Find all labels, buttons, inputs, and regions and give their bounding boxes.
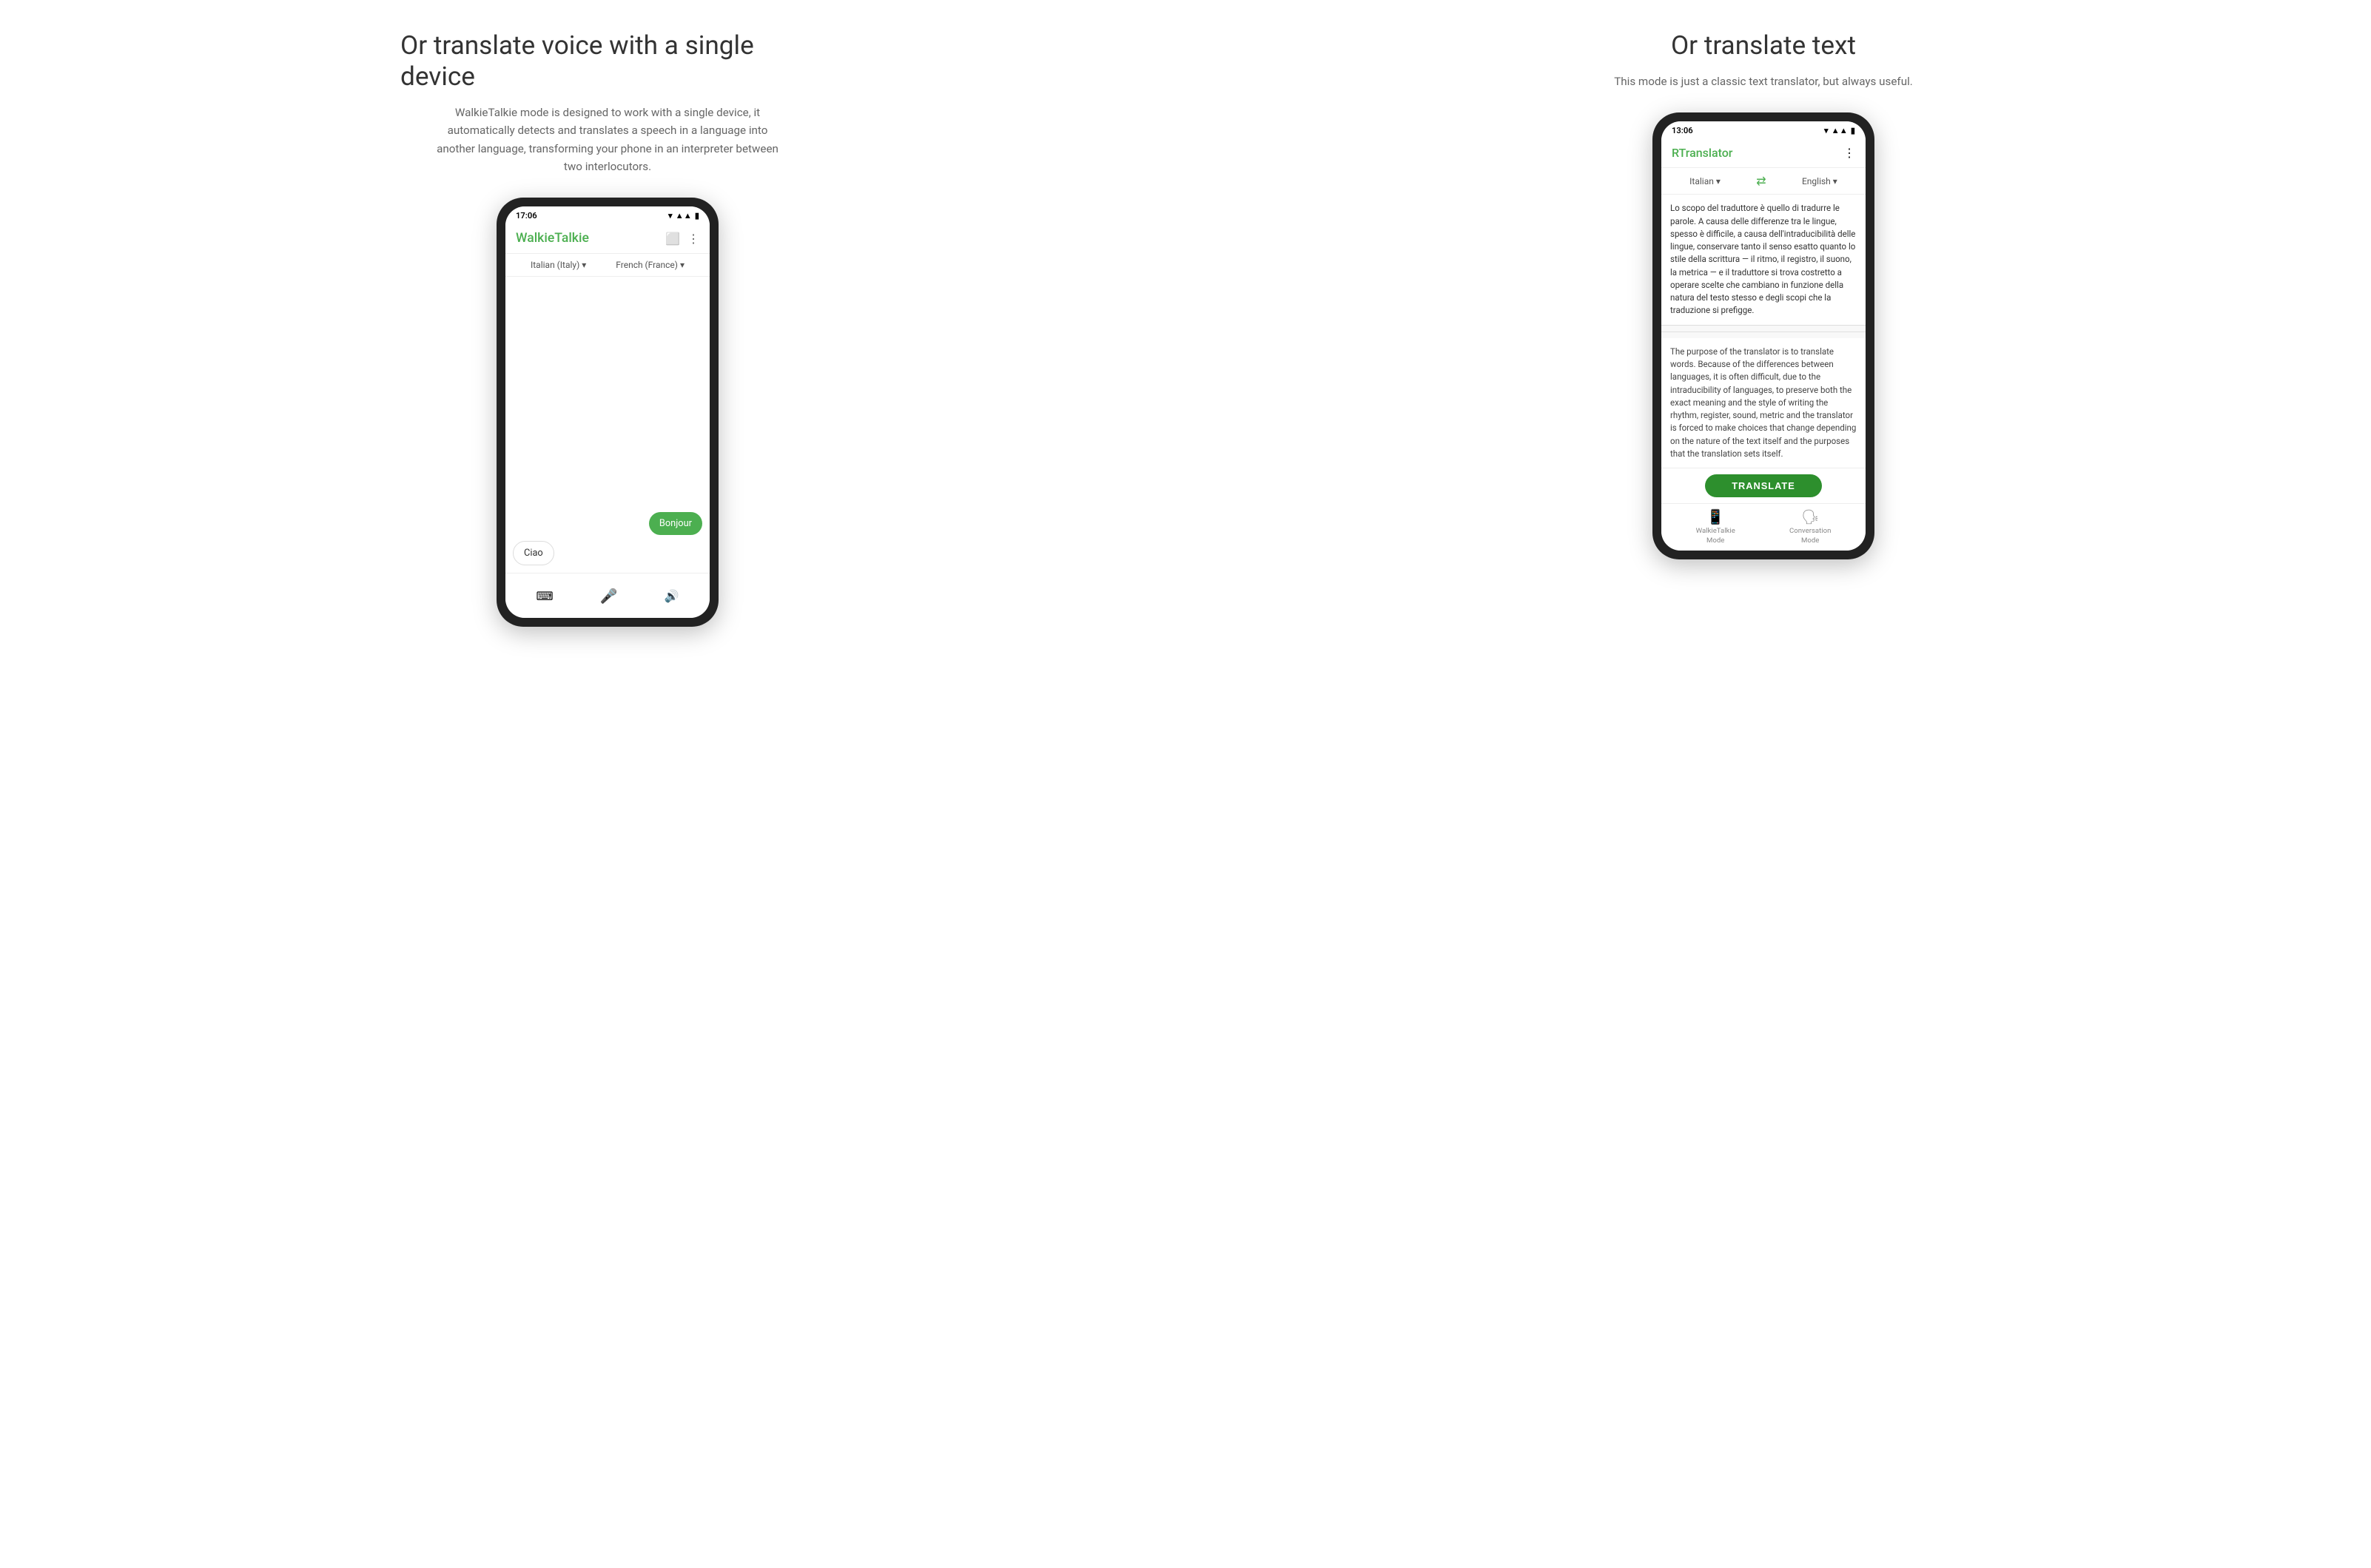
right-chevron-to: ▾ (1833, 176, 1837, 186)
left-lang-bar: Italian (Italy) ▾ French (France) ▾ (505, 254, 710, 277)
nav-conversation-label: Conversation (1789, 527, 1831, 535)
left-panel: Or translate voice with a single device … (44, 30, 1171, 1538)
right-desc: This mode is just a classic text transla… (1614, 73, 1913, 90)
right-status-bar: 13:06 ▾ ▲▲ ▮ (1661, 121, 1866, 138)
right-signal-icon: ▲▲ (1832, 126, 1848, 135)
right-chevron-from: ▾ (1716, 176, 1721, 186)
right-more-icon[interactable]: ⋮ (1843, 146, 1855, 160)
keyboard-icon[interactable]: ⌨ (536, 589, 553, 603)
swap-languages-icon[interactable]: ⇄ (1756, 174, 1766, 188)
chevron-down-icon-2: ▾ (680, 260, 685, 270)
left-status-icons: ▾ ▲▲ ▮ (668, 211, 699, 221)
left-desc: WalkieTalkie mode is designed to work wi… (430, 104, 785, 175)
left-app-bar: WalkieTalkie ⬜ ⋮ (505, 223, 710, 254)
nav-walkie-label: WalkieTalkie (1696, 527, 1735, 535)
walkie-talkie-icon: 📱 (1706, 508, 1724, 525)
nav-walkie-talkie[interactable]: 📱 WalkieTalkie Mode (1696, 508, 1735, 545)
left-title: Or translate voice with a single device (400, 30, 815, 92)
right-app-title: RTranslator (1672, 146, 1732, 160)
input-text: Lo scopo del traduttore è quello di trad… (1670, 202, 1857, 317)
right-app-bar: RTranslator ⋮ (1661, 138, 1866, 168)
left-chat-area: Bonjour Ciao (505, 277, 710, 573)
left-status-bar: 17:06 ▾ ▲▲ ▮ (505, 206, 710, 223)
right-lang-bar: Italian ▾ ⇄ English ▾ (1661, 168, 1866, 195)
more-icon[interactable]: ⋮ (687, 232, 699, 246)
right-status-icons: ▾ ▲▲ ▮ (1824, 126, 1855, 135)
left-lang-from[interactable]: Italian (Italy) ▾ (531, 260, 586, 270)
right-status-time: 13:06 (1672, 126, 1693, 135)
mic-button[interactable]: 🎤 (594, 581, 624, 610)
speaker-icon[interactable]: 🔊 (665, 589, 679, 603)
right-phone-inner: 13:06 ▾ ▲▲ ▮ RTranslator ⋮ Italian ▾ ⇄ (1661, 121, 1866, 551)
export-icon[interactable]: ⬜ (665, 232, 680, 246)
right-wifi-icon: ▾ (1824, 126, 1829, 135)
left-phone: 17:06 ▾ ▲▲ ▮ WalkieTalkie ⬜ ⋮ Italian (I… (497, 198, 719, 627)
right-title: Or translate text (1556, 30, 1971, 61)
left-status-time: 17:06 (516, 211, 537, 221)
signal-icon: ▲▲ (676, 211, 692, 221)
translate-output-area: The purpose of the translator is to tran… (1661, 338, 1866, 468)
left-phone-inner: 17:06 ▾ ▲▲ ▮ WalkieTalkie ⬜ ⋮ Italian (I… (505, 206, 710, 618)
bottom-nav: 📱 WalkieTalkie Mode 🗣 Conversation Mode (1661, 503, 1866, 551)
conversation-icon: 🗣 (1801, 508, 1819, 525)
translate-button[interactable]: TRANSLATE (1705, 474, 1822, 497)
output-text: The purpose of the translator is to tran… (1670, 346, 1857, 460)
right-phone: 13:06 ▾ ▲▲ ▮ RTranslator ⋮ Italian ▾ ⇄ (1652, 112, 1874, 559)
translate-input-area[interactable]: Lo scopo del traduttore è quello di trad… (1661, 195, 1866, 325)
right-lang-from[interactable]: Italian ▾ (1689, 176, 1721, 186)
right-panel: Or translate text This mode is just a cl… (1200, 30, 2327, 1538)
bubble-bonjour: Bonjour (649, 512, 702, 535)
right-battery-icon: ▮ (1851, 126, 1855, 135)
right-lang-to[interactable]: English ▾ (1802, 176, 1837, 186)
chevron-down-icon: ▾ (582, 260, 586, 270)
left-app-title: WalkieTalkie (516, 231, 589, 246)
translate-btn-row: TRANSLATE (1661, 468, 1866, 503)
left-lang-to[interactable]: French (France) ▾ (616, 260, 685, 270)
wifi-icon: ▾ (668, 211, 673, 221)
nav-conversation-mode[interactable]: 🗣 Conversation Mode (1789, 508, 1831, 545)
battery-icon: ▮ (695, 211, 699, 221)
left-app-icons: ⬜ ⋮ (665, 232, 699, 246)
left-bottom-bar: ⌨ 🎤 🔊 (505, 573, 710, 618)
bubble-ciao: Ciao (513, 541, 554, 565)
